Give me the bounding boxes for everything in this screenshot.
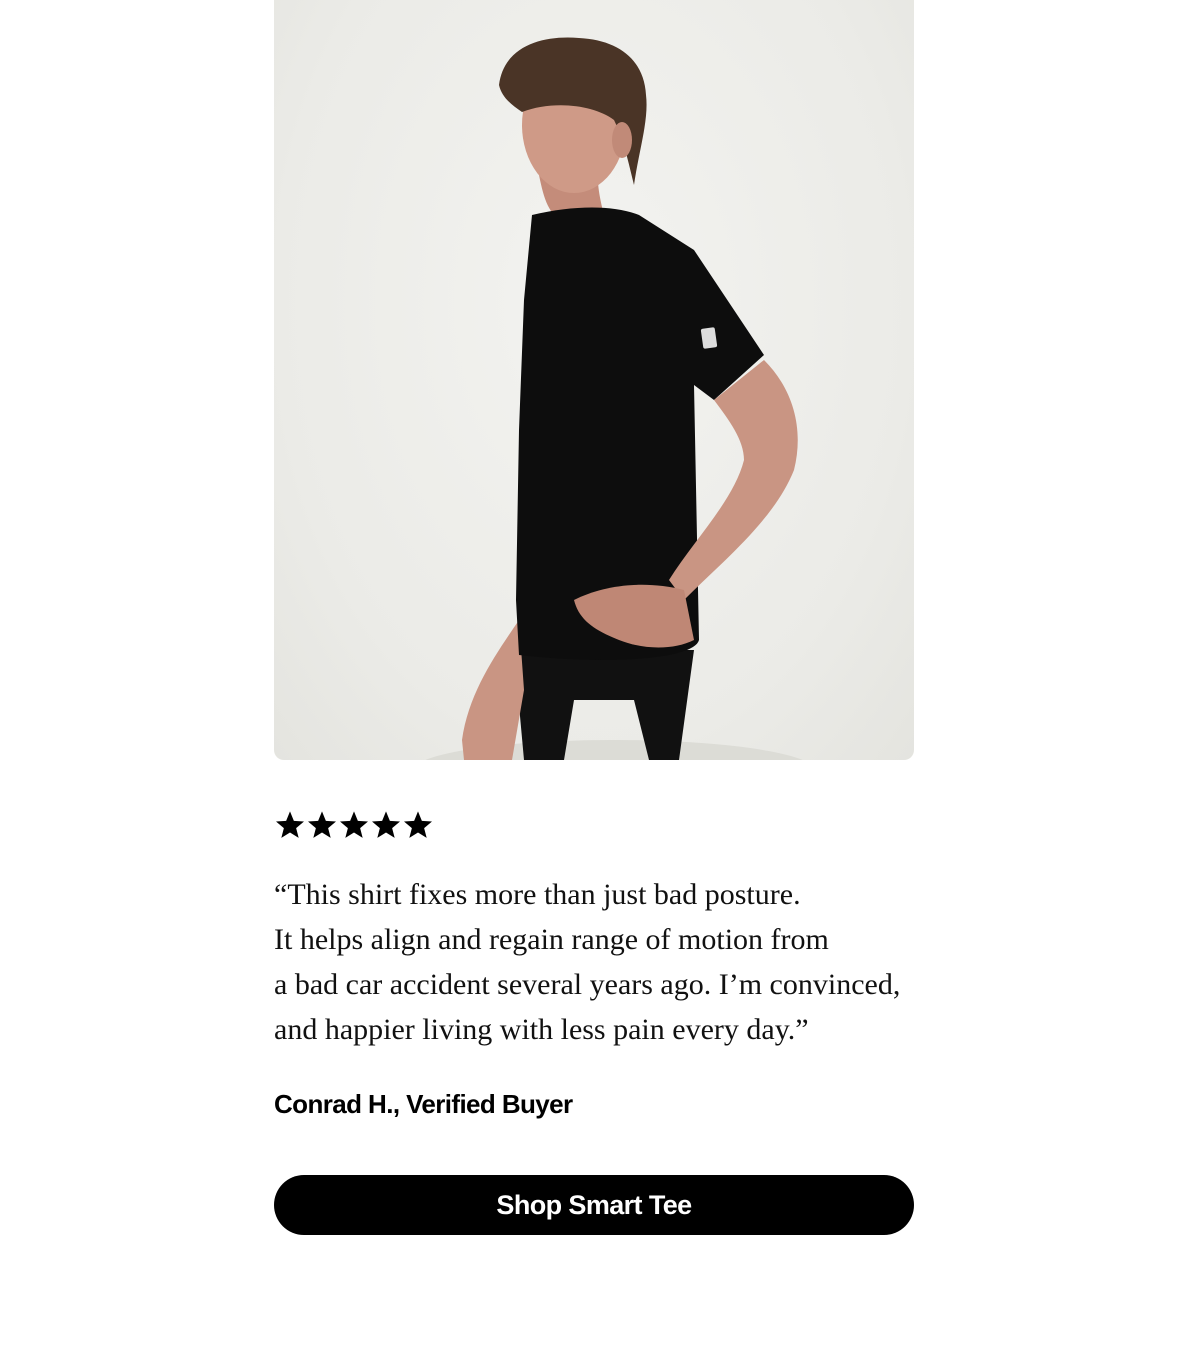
quote-line: “This shirt fixes more than just bad pos… [274,878,801,911]
review-quote: “This shirt fixes more than just bad pos… [274,872,974,1052]
star-icon [276,811,304,838]
quote-line: It helps align and regain range of motio… [274,923,829,956]
product-hero-image [274,0,914,760]
star-icon [404,811,432,838]
star-rating [274,808,434,842]
shop-smart-tee-button[interactable]: Shop Smart Tee [274,1175,914,1235]
quote-line: a bad car accident several years ago. I’… [274,968,901,1001]
star-icon [340,811,368,838]
star-icon [372,811,400,838]
model-illustration [425,37,803,760]
review-author: Conrad H., Verified Buyer [274,1089,573,1119]
quote-line: and happier living with less pain every … [274,1013,809,1046]
review-card: “This shirt fixes more than just bad pos… [274,0,914,1235]
star-icon [308,811,336,838]
